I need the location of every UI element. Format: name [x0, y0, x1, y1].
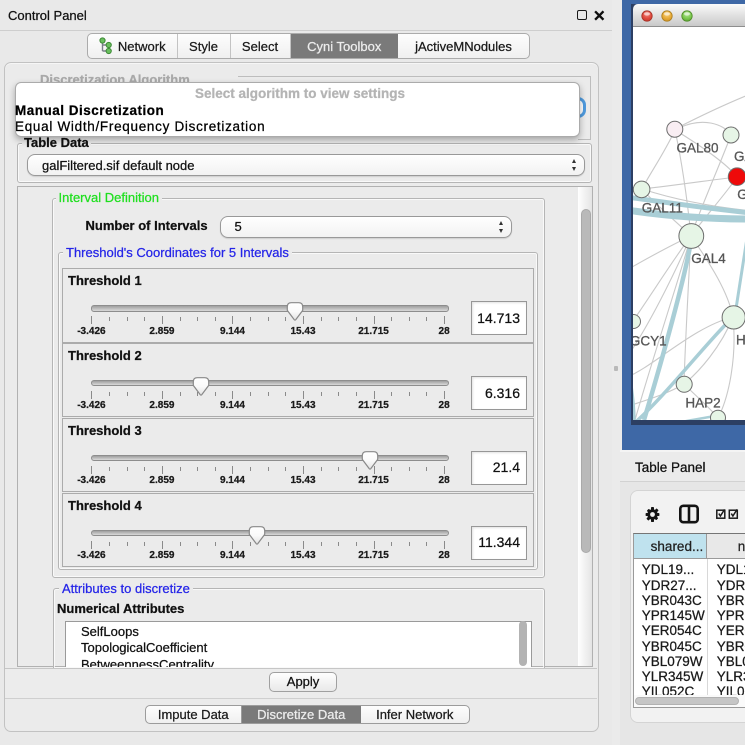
- svg-text:GCY1: GCY1: [633, 334, 667, 349]
- svg-text:G: G: [737, 187, 745, 202]
- svg-text:GA: GA: [734, 149, 745, 164]
- svg-text:HA: HA: [736, 333, 745, 348]
- svg-text:GAL80: GAL80: [677, 140, 719, 155]
- svg-text:HAP2: HAP2: [685, 396, 720, 411]
- svg-text:GAL4: GAL4: [691, 251, 726, 266]
- svg-text:GAL11: GAL11: [642, 201, 683, 216]
